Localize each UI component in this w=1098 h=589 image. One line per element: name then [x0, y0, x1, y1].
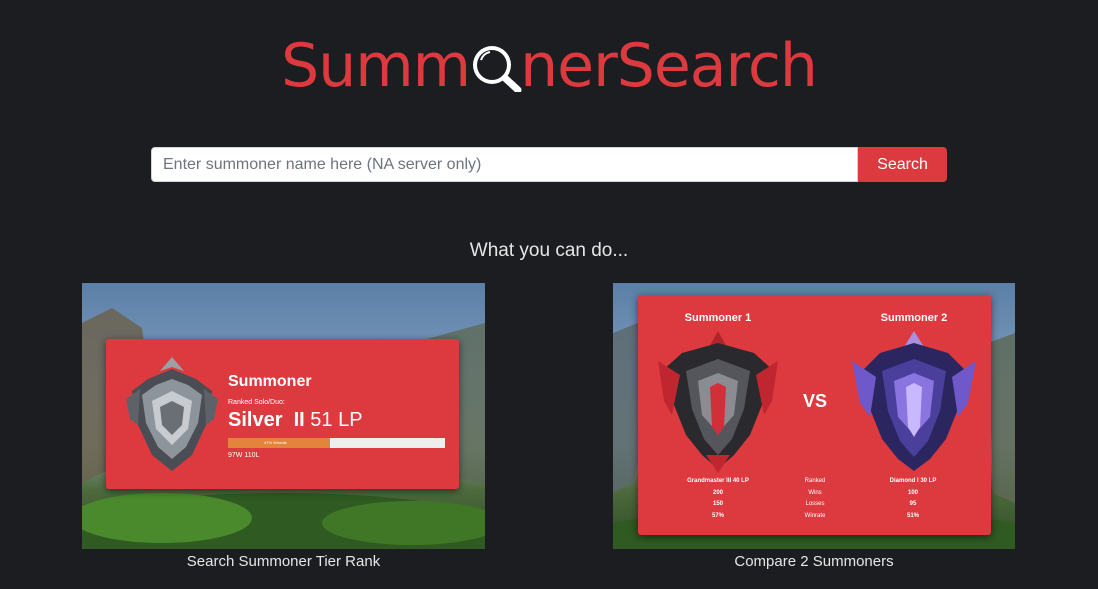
compare-card-preview: Summoner 1 Summoner 2 VS Grandmaster III…: [638, 295, 991, 535]
site-logo[interactable]: Summ nerSearch: [0, 30, 1098, 102]
tier-name: Silver: [228, 409, 283, 431]
winrate-label: Winrate: [804, 512, 826, 519]
tier-division: II: [293, 409, 305, 431]
summoner1-rank: Grandmaster III 40 LP: [687, 478, 749, 484]
section-title: What you can do...: [469, 240, 629, 261]
feature-caption[interactable]: Compare 2 Summoners: [613, 553, 1015, 570]
grandmaster-emblem-icon: [658, 331, 778, 473]
summoner1-winrate: 57%: [711, 512, 724, 519]
losses-label: Losses: [805, 501, 825, 507]
queue-label: Ranked Solo/Duo:: [228, 399, 285, 406]
summoner1-stats: Grandmaster III 40 LP 200 150 57%: [668, 476, 768, 522]
summoner2-stats: Diamond I 30 LP 100 95 51%: [863, 476, 963, 522]
logo-text-start: Summ: [281, 31, 471, 101]
summoner2-heading: Summoner 2: [880, 312, 948, 324]
diamond-emblem-icon: [852, 331, 976, 471]
search-bar: Search: [151, 147, 947, 182]
tier-label: Silver II 51 LP: [228, 409, 363, 432]
feature-compare-image[interactable]: Summoner 1 Summoner 2 VS Grandmaster III…: [613, 283, 1015, 549]
versus-label: VS: [802, 391, 827, 411]
summoner1-wins: 200: [712, 489, 723, 496]
summoner2-losses: 95: [909, 501, 917, 507]
stat-labels: Ranked Wins Losses Winrate: [790, 476, 840, 522]
rank-card-preview: Summoner Ranked Solo/Duo: Silver II 51 L…: [106, 339, 459, 489]
summoner2-winrate: 51%: [906, 512, 919, 519]
summoner1-heading: Summoner 1: [684, 312, 752, 324]
win-loss-record: 97W 110L: [228, 452, 260, 459]
feature-search-rank-image[interactable]: Summoner Ranked Solo/Duo: Silver II 51 L…: [82, 283, 485, 549]
summoner2-wins: 100: [907, 489, 918, 496]
search-button[interactable]: Search: [858, 147, 947, 182]
summoner1-losses: 150: [712, 501, 723, 507]
feature-compare-summoners: Summoner 1 Summoner 2 VS Grandmaster III…: [613, 283, 1015, 570]
lp-value: 51 LP: [310, 409, 363, 431]
logo-text-end: nerSearch: [520, 31, 818, 101]
summoner-search-input[interactable]: [151, 147, 858, 182]
winrate-progress-fill: 47% Winrate: [228, 438, 330, 448]
feature-search-rank: Summoner Ranked Solo/Duo: Silver II 51 L…: [82, 283, 485, 570]
page: Summ nerSearch Search What you can do...: [0, 0, 1098, 589]
summoner-name: Summoner: [228, 373, 312, 390]
feature-caption[interactable]: Search Summoner Tier Rank: [82, 553, 485, 570]
winrate-progress-bar: 47% Winrate: [228, 438, 445, 448]
ranked-label: Ranked: [804, 478, 826, 484]
wins-label: Wins: [808, 489, 822, 496]
magnifier-icon: [468, 32, 522, 92]
summoner2-rank: Diamond I 30 LP: [889, 478, 937, 484]
silver-emblem-icon: [126, 357, 218, 471]
